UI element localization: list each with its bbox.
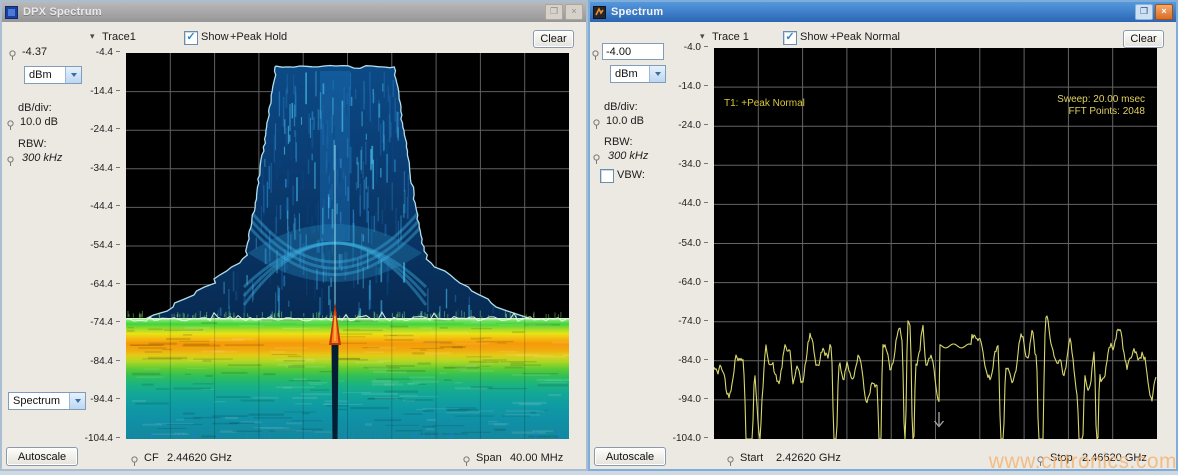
ref-level-value[interactable]: -4.37	[22, 46, 47, 58]
unit-value: dBm	[611, 68, 649, 80]
db-div-value[interactable]: 10.0 dB	[606, 115, 644, 127]
peak-hold-label[interactable]: +Peak Hold	[230, 31, 287, 43]
y-tick-label: -104.0	[662, 433, 708, 444]
cf-label: CF	[144, 452, 159, 464]
y-tick-label: -14.4	[74, 86, 120, 97]
ref-level-input[interactable]	[602, 43, 664, 60]
rbw-label: RBW:	[604, 136, 633, 148]
spectrum-plot[interactable]: T1: +Peak Normal Sweep: 20.00 msec FFT P…	[714, 48, 1157, 439]
fft-points-value: FFT Points: 2048	[1057, 106, 1145, 118]
desktop: DPX Spectrum ❐ × ▾ Trace1 ✓ Show +Peak H…	[0, 0, 1178, 475]
db-div-value[interactable]: 10.0 dB	[20, 116, 58, 128]
pin-icon[interactable]	[591, 48, 600, 59]
rbw-value[interactable]: 300 kHz	[22, 152, 62, 164]
dpx-plot[interactable]	[126, 53, 569, 439]
trace-label[interactable]: Trace 1	[712, 31, 749, 43]
y-tick-label: -44.0	[662, 198, 708, 209]
trace-dropdown-icon[interactable]: ▾	[90, 31, 95, 42]
y-tick-label: -24.4	[74, 124, 120, 135]
y-tick-label: -34.4	[74, 163, 120, 174]
start-value[interactable]: 2.42620 GHz	[776, 452, 841, 464]
y-tick-label: -44.4	[74, 201, 120, 212]
pin-icon[interactable]	[592, 152, 601, 163]
y-tick-label: -84.4	[74, 356, 120, 367]
close-icon[interactable]: ×	[565, 4, 583, 20]
pin-icon[interactable]	[462, 454, 471, 465]
vbw-checkbox[interactable]: ✓	[600, 169, 614, 183]
vbw-label: VBW:	[617, 169, 645, 181]
unit-value: dBm	[25, 69, 65, 81]
display-mode-value: Spectrum	[9, 395, 69, 407]
pin-icon[interactable]	[592, 117, 601, 128]
pin-icon[interactable]	[8, 48, 17, 59]
y-tick-label: -34.0	[662, 159, 708, 170]
restore-icon[interactable]: ❐	[545, 4, 563, 20]
y-tick-label: -94.4	[74, 394, 120, 405]
spectrum-app-icon	[593, 6, 606, 19]
chevron-down-icon[interactable]	[649, 66, 665, 82]
y-tick-label: -14.0	[662, 81, 708, 92]
peak-normal-label[interactable]: +Peak Normal	[830, 31, 900, 43]
clear-button[interactable]: Clear	[533, 30, 574, 48]
restore-icon[interactable]: ❐	[1135, 4, 1153, 20]
y-tick-label: -104.4	[74, 433, 120, 444]
cf-value[interactable]: 2.44620 GHz	[167, 452, 232, 464]
trace-dropdown-icon[interactable]: ▾	[700, 31, 705, 42]
chevron-down-icon[interactable]	[65, 67, 81, 83]
y-tick-label: -4.0	[662, 42, 708, 53]
db-div-label: dB/div:	[604, 101, 638, 113]
unit-select[interactable]: dBm	[24, 66, 82, 84]
rbw-label: RBW:	[18, 138, 47, 150]
rbw-value[interactable]: 300 kHz	[608, 150, 648, 162]
show-label: Show	[201, 31, 229, 43]
dpx-spectrum-window: DPX Spectrum ❐ × ▾ Trace1 ✓ Show +Peak H…	[0, 0, 588, 471]
pin-icon[interactable]	[726, 454, 735, 465]
span-label: Span	[476, 452, 502, 464]
spectrum-titlebar[interactable]: Spectrum ❐ ×	[590, 2, 1176, 22]
dpx-app-icon	[5, 6, 18, 19]
span-value[interactable]: 40.00 MHz	[510, 452, 563, 464]
pin-icon[interactable]	[6, 154, 15, 165]
trace-annotation: T1: +Peak Normal	[724, 98, 805, 109]
start-label: Start	[740, 452, 763, 464]
y-tick-label: -74.0	[662, 316, 708, 327]
y-tick-label: -94.0	[662, 394, 708, 405]
sweep-value: Sweep: 20.00 msec	[1057, 94, 1145, 106]
show-label: Show	[800, 31, 828, 43]
watermark: www.cntronics.com	[989, 450, 1177, 474]
window-title: DPX Spectrum	[23, 6, 102, 18]
autoscale-button[interactable]: Autoscale	[594, 447, 666, 466]
unit-select[interactable]: dBm	[610, 65, 666, 83]
dpx-titlebar[interactable]: DPX Spectrum ❐ ×	[2, 2, 586, 22]
sweep-annotation: Sweep: 20.00 msec FFT Points: 2048	[1057, 94, 1145, 118]
close-icon[interactable]: ×	[1155, 4, 1173, 20]
y-tick-label: -4.4	[74, 47, 120, 58]
show-checkbox[interactable]: ✓	[783, 31, 797, 45]
clear-button[interactable]: Clear	[1123, 30, 1164, 48]
y-tick-label: -54.4	[74, 240, 120, 251]
trace-label[interactable]: Trace1	[102, 31, 136, 43]
window-title: Spectrum	[611, 6, 663, 18]
y-tick-label: -54.0	[662, 238, 708, 249]
autoscale-button[interactable]: Autoscale	[6, 447, 78, 466]
y-tick-label: -64.0	[662, 277, 708, 288]
y-tick-label: -24.0	[662, 120, 708, 131]
y-tick-label: -64.4	[74, 279, 120, 290]
show-checkbox[interactable]: ✓	[184, 31, 198, 45]
y-tick-label: -84.0	[662, 355, 708, 366]
db-div-label: dB/div:	[18, 102, 52, 114]
pin-icon[interactable]	[130, 454, 139, 465]
y-tick-label: -74.4	[74, 317, 120, 328]
spectrum-window: Spectrum ❐ × ▾ Trace 1 ✓ Show +Peak Norm…	[588, 0, 1178, 471]
pin-icon[interactable]	[6, 118, 15, 129]
